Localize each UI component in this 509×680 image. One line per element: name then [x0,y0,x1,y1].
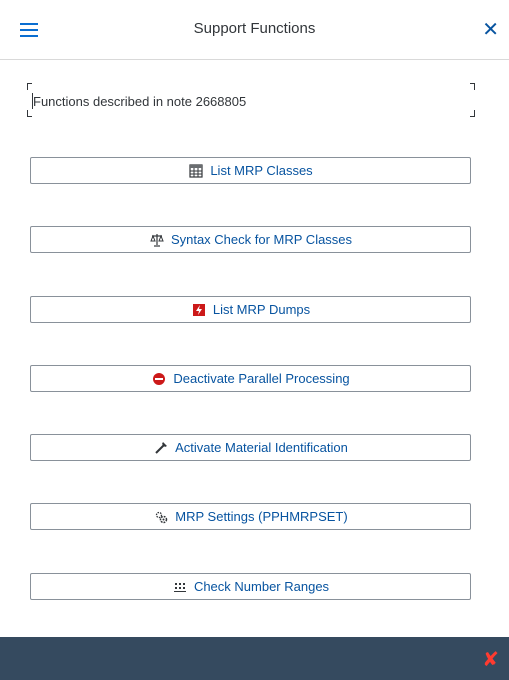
number-range-icon [172,579,188,595]
syntax-check-button[interactable]: Syntax Check for MRP Classes [30,226,471,253]
close-icon[interactable]: ✕ [482,17,499,41]
dump-error-icon [191,302,207,318]
list-mrp-classes-label: List MRP Classes [210,163,313,178]
activate-material-identification-label: Activate Material Identification [175,440,348,455]
list-mrp-dumps-label: List MRP Dumps [212,302,311,317]
deactivate-parallel-processing-button[interactable]: Deactivate Parallel Processing [30,365,471,392]
dialog-title: Support Functions [193,20,316,37]
wand-icon [153,440,169,456]
mrp-settings-button[interactable]: MRP Settings (PPHMRPSET) [30,503,471,530]
note-text: Functions described in note 2668805 [33,94,247,109]
list-mrp-classes-button[interactable]: List MRP Classes [30,157,471,184]
activate-material-identification-button[interactable]: Activate Material Identification [30,434,471,461]
table-list-icon [188,163,204,179]
list-mrp-dumps-button[interactable]: List MRP Dumps [30,296,471,323]
stop-sign-icon [151,371,167,387]
check-number-ranges-button[interactable]: Check Number Ranges [30,573,471,600]
gears-icon [153,509,169,525]
check-number-ranges-label: Check Number Ranges [193,579,330,594]
syntax-check-label: Syntax Check for MRP Classes [170,232,353,247]
scales-icon [149,232,165,248]
dialog-footer: ✘ [0,637,509,680]
deactivate-parallel-processing-label: Deactivate Parallel Processing [173,371,350,386]
dialog-header: Support Functions ✕ [0,0,509,60]
mrp-settings-label: MRP Settings (PPHMRPSET) [175,509,348,524]
cancel-icon[interactable]: ✘ [482,647,499,671]
note-field[interactable]: Functions described in note 2668805 [27,83,475,117]
dialog-content: Functions described in note 2668805 List… [0,60,509,637]
